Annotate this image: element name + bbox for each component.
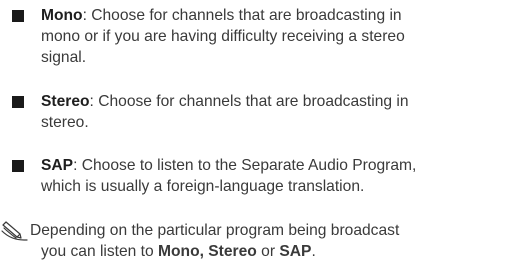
square-bullet-icon bbox=[12, 160, 24, 172]
item-line: which is usually a foreign-language tran… bbox=[41, 178, 365, 195]
item-line: stereo. bbox=[41, 114, 89, 131]
note-end: . bbox=[311, 243, 316, 260]
note-prefix: you can listen to bbox=[41, 243, 159, 260]
item-text: SAP: Choose to listen to the Separate Au… bbox=[41, 155, 521, 197]
note-line: Depending on the particular program bein… bbox=[30, 222, 400, 239]
item-line: mono or if you are having difficulty rec… bbox=[41, 28, 405, 45]
item-line: signal. bbox=[41, 49, 87, 66]
note-line: you can listen to Mono, Stereo or SAP. bbox=[30, 241, 521, 262]
item-term: Mono bbox=[41, 7, 83, 24]
note-option-stereo: Stereo bbox=[208, 243, 257, 260]
square-bullet-icon bbox=[12, 96, 24, 108]
item-term: Stereo bbox=[41, 93, 90, 110]
note-text: Depending on the particular program bein… bbox=[30, 220, 521, 262]
pencil-note-icon bbox=[0, 220, 28, 242]
item-line: : Choose for channels that are broadcast… bbox=[89, 93, 409, 110]
square-bullet-icon bbox=[12, 10, 24, 22]
note-option-sap: SAP bbox=[279, 243, 312, 260]
item-text: Mono: Choose for channels that are broad… bbox=[41, 5, 521, 68]
item-term: SAP bbox=[41, 157, 74, 174]
note-sep: or bbox=[256, 243, 280, 260]
note-option-mono: Mono, bbox=[158, 243, 204, 260]
item-line: : Choose for channels that are broadcast… bbox=[82, 7, 402, 24]
item-line: : Choose to listen to the Separate Audio… bbox=[73, 157, 417, 174]
item-text: Stereo: Choose for channels that are bro… bbox=[41, 91, 521, 133]
